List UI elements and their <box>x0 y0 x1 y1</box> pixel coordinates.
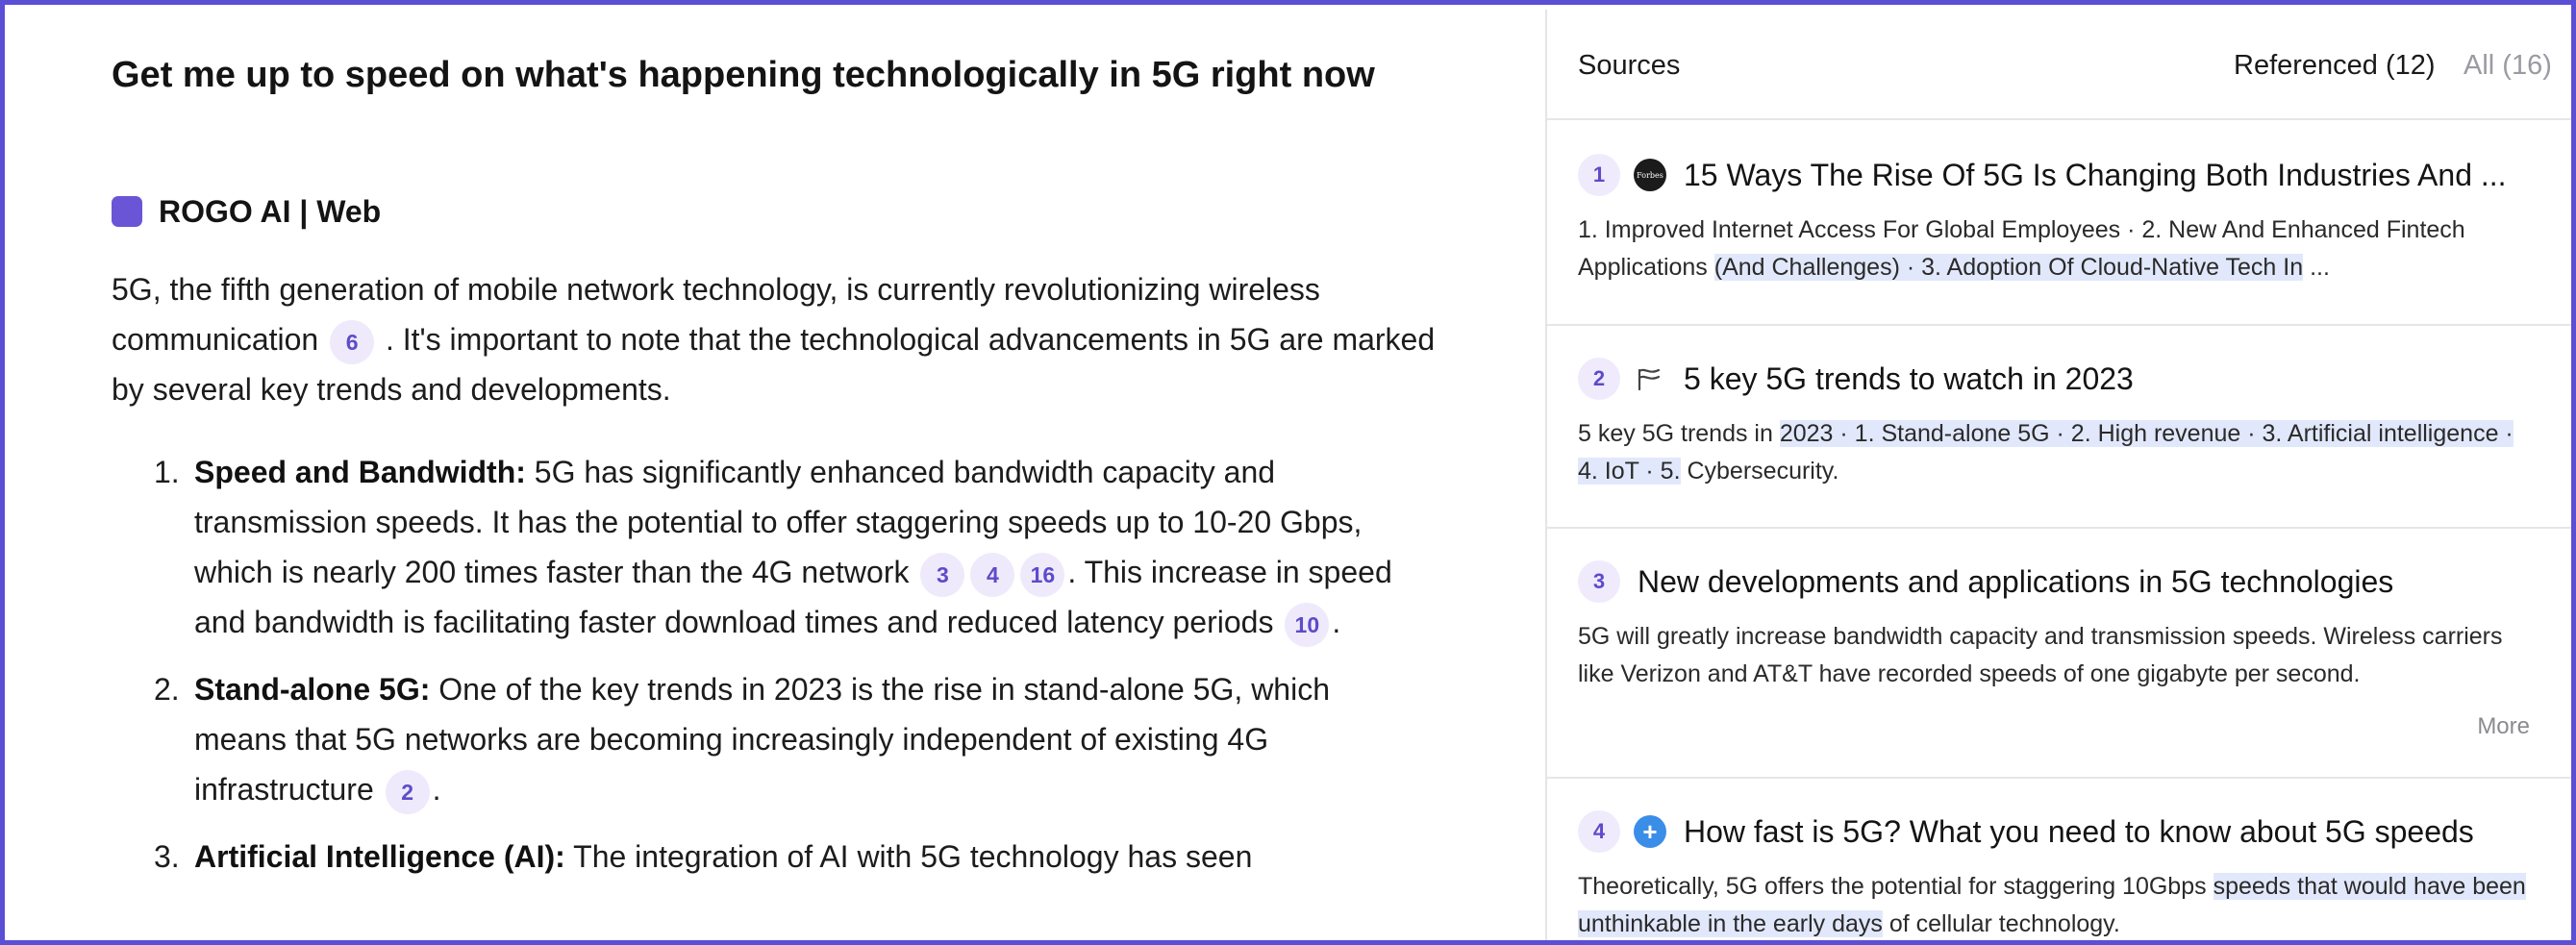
source-card-header: 4 + How fast is 5G? What you need to kno… <box>1578 810 2474 853</box>
snippet-text: of cellular technology. <box>1882 910 2120 937</box>
source-snippet: Theoretically, 5G offers the potential f… <box>1578 868 2539 940</box>
flag-glyph <box>1638 368 1661 391</box>
list-number: 2. <box>154 672 180 707</box>
list-item: 2. Stand-alone 5G: One of the key trends… <box>154 664 1404 814</box>
snippet-highlight: (And Challenges) · 3. Adoption Of Cloud-… <box>1713 254 2304 281</box>
citation-badge[interactable]: 10 <box>1285 602 1330 647</box>
citation-badge[interactable]: 16 <box>1020 552 1065 597</box>
sources-title: Sources <box>1578 50 1681 81</box>
source-title[interactable]: 15 Ways The Rise Of 5G Is Changing Both … <box>1684 158 2507 193</box>
sources-panel: Sources Referenced (12) All (16) 1 Forbe… <box>1547 10 2571 940</box>
list-item-text: The integration of AI with 5G technology… <box>564 839 1253 874</box>
app-frame: Get me up to speed on what's happening t… <box>0 0 2576 945</box>
list-number: 3. <box>154 839 180 874</box>
model-label: ROGO AI | Web <box>159 193 382 229</box>
source-number-badge: 1 <box>1578 154 1620 196</box>
snippet-text: Cybersecurity. <box>1680 458 1839 485</box>
source-title[interactable]: 5 key 5G trends to watch in 2023 <box>1684 361 2134 397</box>
source-card[interactable]: 2 5 key 5G trends to watch in 2023 5 key… <box>1547 324 2571 529</box>
tab-referenced[interactable]: Referenced (12) <box>2234 50 2436 82</box>
list-item-heading: Stand-alone 5G: <box>194 672 431 707</box>
answer-list: 1. Speed and Bandwidth: 5G has significa… <box>154 447 1404 899</box>
source-card-header: 2 5 key 5G trends to watch in 2023 <box>1578 358 2134 400</box>
list-item: 3. Artificial Intelligence (AI): The int… <box>154 832 1404 882</box>
source-title[interactable]: How fast is 5G? What you need to know ab… <box>1684 814 2474 850</box>
source-snippet: 5G will greatly increase bandwidth capac… <box>1578 618 2539 693</box>
citation-badge[interactable]: 3 <box>920 552 965 597</box>
list-item: 1. Speed and Bandwidth: 5G has significa… <box>154 447 1404 647</box>
source-title[interactable]: New developments and applications in 5G … <box>1638 564 2393 600</box>
snippet-text: 5 key 5G trends in <box>1578 420 1780 447</box>
answer-intro: 5G, the fifth generation of mobile netwo… <box>112 264 1448 414</box>
list-item-text: . <box>1332 605 1341 639</box>
source-card[interactable]: 1 Forbes 15 Ways The Rise Of 5G Is Chang… <box>1547 120 2571 326</box>
flag-favicon-icon <box>1634 362 1666 395</box>
snippet-text: ... <box>2303 254 2330 281</box>
list-item-text: . <box>432 772 441 807</box>
list-item-heading: Artificial Intelligence (AI): <box>194 839 565 874</box>
citation-badge[interactable]: 4 <box>970 552 1015 597</box>
source-snippet: 5 key 5G trends in 2023 · 1. Stand-alone… <box>1578 415 2539 490</box>
sources-header: Sources Referenced (12) All (16) <box>1547 10 2571 120</box>
more-link[interactable]: More <box>2477 713 2530 740</box>
list-item-heading: Speed and Bandwidth: <box>194 455 526 489</box>
question-title: Get me up to speed on what's happening t… <box>112 55 1375 95</box>
citation-badge[interactable]: 6 <box>330 319 375 364</box>
source-card-header: 1 Forbes 15 Ways The Rise Of 5G Is Chang… <box>1578 154 2507 196</box>
source-snippet: 1. Improved Internet Access For Global E… <box>1578 211 2539 286</box>
source-card-header: 3 New developments and applications in 5… <box>1578 560 2393 603</box>
citation-badge[interactable]: 2 <box>385 769 430 814</box>
tab-all[interactable]: All (16) <box>2463 50 2552 82</box>
answer-panel: Get me up to speed on what's happening t… <box>10 10 1545 940</box>
source-number-badge: 2 <box>1578 358 1620 400</box>
source-card[interactable]: 4 + How fast is 5G? What you need to kno… <box>1547 777 2571 940</box>
source-number-badge: 4 <box>1578 810 1620 853</box>
favicon-wordmark: Forbes <box>1637 170 1663 180</box>
plus-favicon-icon: + <box>1634 815 1666 848</box>
source-number-badge: 3 <box>1578 560 1620 603</box>
source-card[interactable]: 3 New developments and applications in 5… <box>1547 527 2571 779</box>
snippet-text: Theoretically, 5G offers the potential f… <box>1578 873 2213 900</box>
forbes-favicon-icon: Forbes <box>1634 159 1666 191</box>
model-indicator[interactable]: ROGO AI | Web <box>112 189 381 234</box>
snippet-text: 5G will greatly increase bandwidth capac… <box>1578 623 2503 687</box>
model-swatch-icon <box>112 196 142 227</box>
list-number: 1. <box>154 455 180 489</box>
